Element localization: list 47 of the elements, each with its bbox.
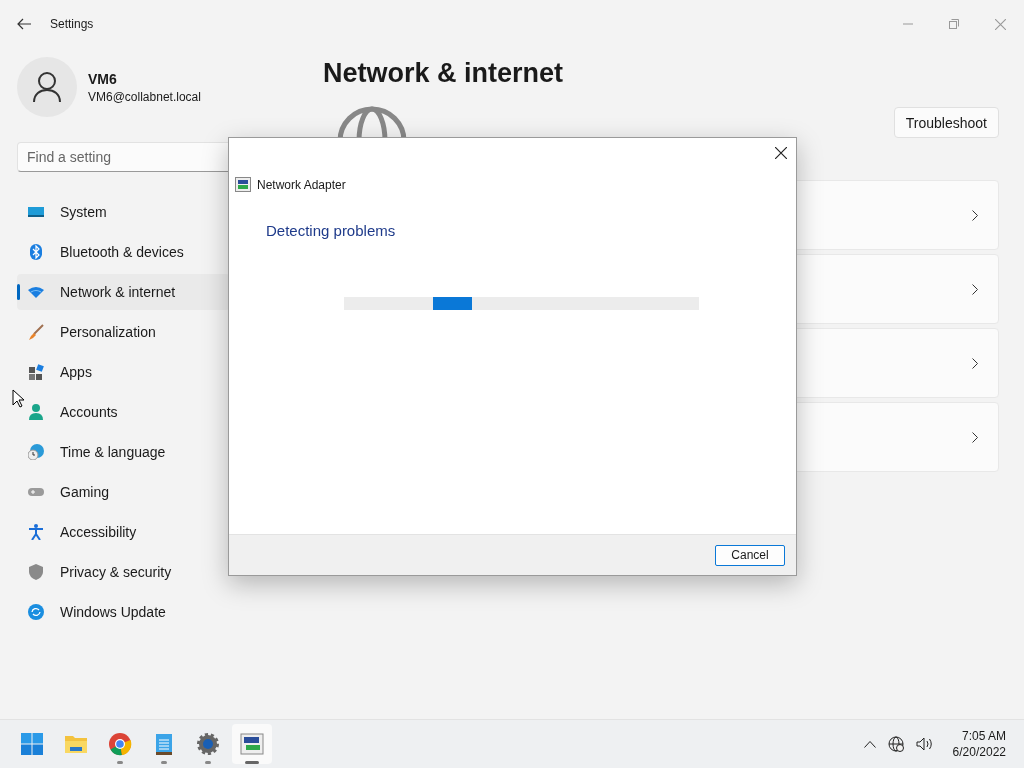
nav-item[interactable]: Personalization (17, 314, 230, 350)
person-icon (28, 404, 44, 420)
dialog-heading: Detecting problems (266, 222, 397, 239)
chevron-up-icon[interactable] (863, 740, 876, 748)
brush-icon (28, 324, 44, 340)
dialog-title: Network Adapter (257, 177, 346, 192)
nav-item[interactable]: Windows Update (17, 594, 230, 630)
troubleshoot-button[interactable]: Troubleshoot (893, 107, 999, 138)
nav-item[interactable]: Accessibility (17, 514, 230, 550)
user-name: VM6 (88, 70, 118, 87)
back-icon[interactable] (17, 18, 31, 30)
chevron-icon (972, 431, 978, 443)
user-email: VM6@collabnet.local (88, 89, 201, 104)
chevron-icon (972, 357, 978, 369)
chevron-icon (972, 283, 978, 295)
nav-item[interactable]: Apps (17, 354, 230, 390)
clock-icon (28, 444, 44, 460)
nav-item[interactable]: Time & language (17, 434, 230, 470)
chevron-icon (972, 209, 978, 221)
adapter-icon (240, 732, 264, 756)
clock[interactable]: 7:05 AM 6/20/2022 (952, 728, 1006, 760)
close-icon[interactable] (775, 147, 787, 159)
cancel-button[interactable]: Cancel (715, 544, 785, 566)
update-icon (28, 604, 44, 620)
apps-icon (28, 364, 44, 380)
window-title: Settings (50, 17, 94, 31)
mouse-pointer-icon (12, 389, 24, 408)
nav-item[interactable]: Gaming (17, 474, 230, 510)
shield-icon (28, 564, 44, 580)
system-icon (28, 204, 44, 220)
speaker-icon[interactable] (915, 737, 933, 751)
taskbar-app[interactable] (232, 724, 272, 764)
nav-item[interactable]: Privacy & security (17, 554, 230, 590)
restore-icon[interactable] (949, 19, 959, 29)
nav-item[interactable]: Network & internet (17, 274, 230, 310)
page-title: Network & internet (323, 58, 565, 89)
start-icon (20, 732, 44, 756)
wifi-icon (28, 284, 44, 300)
gear-icon (196, 732, 220, 756)
globe-icon[interactable] (887, 736, 904, 752)
network-adapter-icon (235, 177, 251, 192)
bluetooth-icon (28, 244, 44, 260)
browser-icon (108, 732, 132, 756)
nav-item[interactable]: Accounts (17, 394, 230, 430)
accessibility-icon (28, 524, 44, 540)
nav-item[interactable]: System (17, 194, 230, 230)
nav-item[interactable]: Bluetooth & devices (17, 234, 230, 270)
